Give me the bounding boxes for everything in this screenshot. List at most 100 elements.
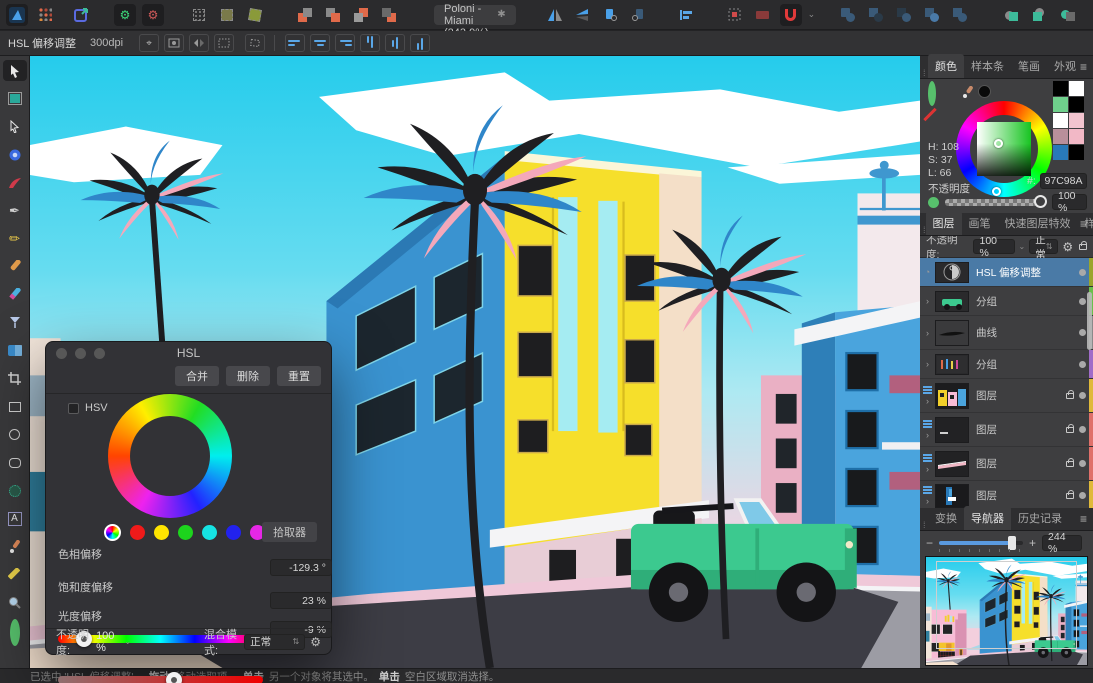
layer-row[interactable]: › 分组 [920,350,1093,379]
boolean-intersect-icon[interactable] [893,4,915,26]
panel-menu-icon[interactable]: ≡ [1080,217,1087,231]
color-wheel[interactable] [956,101,1052,197]
opacity-slider[interactable] [945,199,1040,206]
delete-button[interactable]: 删除 [226,366,270,386]
zoom-slider[interactable] [939,536,1024,552]
saturation-selector[interactable] [994,139,1003,148]
tab-layers[interactable]: 图层 [925,211,962,235]
eyedropper-icon[interactable] [962,85,974,103]
hsl-dialog[interactable]: HSL 合并 删除 重置 HSV 拾取器 色相偏移 -129.3 ° 饱和度偏移… [45,341,332,683]
tab-history[interactable]: 历史记录 [1011,506,1069,530]
navigator-thumbnail[interactable] [925,556,1088,666]
layer-row[interactable]: › 曲线 [920,316,1093,350]
swatch[interactable] [1053,97,1068,112]
expand-chevron-icon[interactable]: › [926,464,929,474]
swatch[interactable] [1053,113,1068,128]
dialog-opacity-value[interactable]: 100 % [96,630,119,654]
expand-chevron-icon[interactable]: › [920,359,935,369]
flip-horizontal-icon[interactable] [544,4,566,26]
layer-thumbnail[interactable] [935,450,969,477]
marquee-tag-icon[interactable] [244,4,266,26]
arrange-forward-icon[interactable] [322,4,344,26]
layer-row[interactable]: › 分组 [920,287,1093,316]
boolean-subtract-icon[interactable] [865,4,887,26]
stroke-well[interactable] [928,81,936,106]
swatch[interactable] [1069,81,1084,96]
marquee-fill-icon[interactable] [216,4,238,26]
merge-button[interactable]: 合并 [175,366,219,386]
panel-menu-icon[interactable]: ≡ [1080,512,1087,526]
node-tool[interactable] [3,116,27,137]
sat-shift-slider[interactable] [58,672,263,683]
swatch[interactable] [1053,81,1068,96]
sat-shift-handle[interactable] [166,672,182,683]
cyan-channel-swatch[interactable] [202,525,217,540]
pen-tool[interactable]: ✒ [3,200,27,221]
layers-scrollbar[interactable] [1087,292,1092,350]
snapping-magnet-icon[interactable] [779,3,802,26]
rotate-selection-icon[interactable] [245,34,266,52]
grid-options-icon[interactable] [214,34,235,52]
align-middle-v-icon[interactable] [385,34,406,52]
expand-chevron-icon[interactable]: › [920,296,935,306]
contour-tool[interactable] [3,172,27,193]
layer-thumbnail[interactable] [935,290,969,312]
arrange-back-icon[interactable] [378,4,400,26]
lock-toggle-icon[interactable] [1079,240,1087,250]
transparency-tool[interactable] [3,340,27,361]
arrange-backward-icon[interactable] [350,4,372,26]
yellow-channel-swatch[interactable] [154,525,169,540]
lock-icon[interactable] [1066,423,1074,433]
flip-vertical-icon[interactable] [572,4,594,26]
boolean-combine-icon[interactable] [949,4,971,26]
layer-thumbnail[interactable] [935,353,969,375]
pencil-tool[interactable]: ✏ [3,228,27,249]
boolean-divide-icon[interactable] [921,4,943,26]
tab-navigator[interactable]: 导航器 [964,506,1011,530]
tab-transform[interactable]: 变换 [928,506,964,530]
zoom-out-icon[interactable]: − [926,536,933,550]
zoom-tool[interactable] [3,592,27,613]
panel-menu-icon[interactable]: ≡ [1080,60,1087,74]
layer-row[interactable]: ◔ HSL 偏移调整 [920,258,1093,287]
rotate-cw-icon[interactable] [628,4,650,26]
picked-color-dot[interactable] [978,85,991,98]
corner-tool[interactable] [3,144,27,165]
zoom-value-field[interactable]: 244 % [1042,531,1083,555]
layer-thumbnail[interactable] [935,261,969,283]
hsl-dialog-titlebar[interactable]: HSL [46,342,331,364]
transform-origin-icon[interactable] [724,4,746,26]
text-tool[interactable]: A [3,508,27,529]
expand-chevron-icon[interactable]: › [926,396,929,406]
panel-grip[interactable]: ⁞ [920,520,928,530]
swatch[interactable] [1069,113,1084,128]
visibility-dot[interactable] [1079,460,1086,467]
visibility-dot[interactable] [1079,360,1086,368]
dialog-gear-icon[interactable]: ⚙ [310,635,321,649]
swatch[interactable] [1053,129,1068,144]
visibility-dot[interactable] [1079,392,1086,399]
app-logo-icon[interactable] [6,3,28,26]
anchor-position-icon[interactable]: ⌖ [139,34,160,52]
swatch[interactable] [1069,145,1084,160]
layer-thumbnail[interactable] [935,416,969,443]
align-right-icon[interactable] [335,34,356,52]
arrange-front-icon[interactable] [294,4,316,26]
snapping-chevron-icon[interactable]: ⌄ [808,9,816,20]
expand-chevron-icon[interactable]: › [926,496,929,506]
paint-brush-tool[interactable] [3,284,27,305]
green-channel-swatch[interactable] [178,525,193,540]
align-center-h-icon[interactable] [310,34,331,52]
blend-mode-select[interactable]: 正常 ⇅ [1029,234,1059,261]
picker-button[interactable]: 拾取器 [262,522,317,542]
layer-thumbnail[interactable] [935,483,969,508]
tab-swatches[interactable]: 样本条 [964,54,1011,78]
zoom-in-icon[interactable]: + [1029,536,1036,550]
crop-tool[interactable] [3,368,27,389]
fill-tool[interactable] [3,312,27,333]
ellipse-tool[interactable] [3,424,27,445]
visibility-dot[interactable] [1079,329,1086,336]
swatch[interactable] [1053,145,1068,160]
rectangle-tool[interactable] [3,396,27,417]
hsv-checkbox[interactable] [68,402,79,414]
